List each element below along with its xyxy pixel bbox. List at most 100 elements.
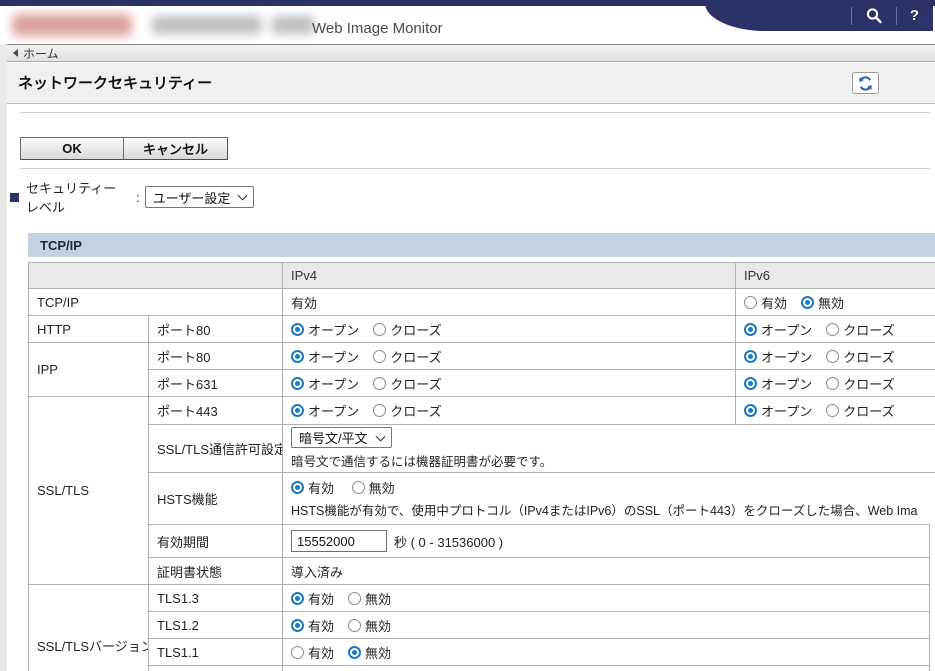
ricoh-logo-redacted [12, 14, 132, 36]
ipp80-ipv4-open-radio[interactable]: オープン [291, 347, 359, 366]
ipp-port631-label: ポート631 [148, 369, 282, 396]
radio-on-icon[interactable] [291, 592, 304, 605]
tls13-enabled-radio[interactable]: 有効 [291, 589, 334, 608]
title-bar: ネットワークセキュリティー [7, 63, 935, 104]
row-label-http: HTTP [28, 315, 148, 342]
radio-off-icon[interactable] [352, 481, 365, 494]
security-level-value: ユーザー設定 [153, 188, 231, 207]
hsts-label: HSTS機能 [148, 472, 282, 524]
radio-on-icon[interactable] [291, 350, 304, 363]
device-region-redacted [272, 16, 314, 34]
radio-off-icon[interactable] [826, 404, 839, 417]
hsts-cell: 有効 無効 HSTS機能が有効で、使用中プロトコル（IPv4またはIPv6）のS… [282, 472, 935, 524]
tls12-disabled-radio[interactable]: 無効 [348, 616, 391, 635]
tls12-enabled-radio[interactable]: 有効 [291, 616, 334, 635]
radio-off-icon[interactable] [348, 619, 361, 632]
filler-cell [930, 611, 935, 638]
breadcrumb-home-link[interactable]: ホーム [23, 45, 59, 62]
tcpip-ipv6-disabled-radio[interactable]: 無効 [801, 293, 844, 312]
page-title: ネットワークセキュリティー [18, 72, 212, 93]
radio-on-icon[interactable] [291, 481, 304, 494]
hsts-enabled-radio[interactable]: 有効 [291, 478, 334, 497]
radio-on-icon[interactable] [744, 377, 757, 390]
radio-off-icon[interactable] [373, 404, 386, 417]
valid-period-label: 有効期間 [148, 524, 282, 557]
tls11-enabled-radio[interactable]: 有効 [291, 643, 334, 662]
radio-off-icon[interactable] [826, 350, 839, 363]
tls11-label: TLS1.1 [148, 638, 282, 665]
http-ipv4-open-radio[interactable]: オープン [291, 320, 359, 339]
tls11-disabled-radio[interactable]: 無効 [348, 643, 391, 662]
refresh-button[interactable] [852, 72, 879, 94]
radio-off-icon[interactable] [348, 592, 361, 605]
radio-off-icon[interactable] [826, 377, 839, 390]
row-label-tcpip: TCP/IP [28, 288, 282, 315]
chevron-down-icon [238, 191, 248, 201]
security-level-select[interactable]: ユーザー設定 [145, 186, 255, 208]
ipp631-ipv6-close-radio[interactable]: クローズ [826, 374, 894, 393]
radio-off-icon[interactable] [291, 646, 304, 659]
radio-on-icon[interactable] [744, 350, 757, 363]
radio-off-icon[interactable] [373, 350, 386, 363]
ssl443-ipv4-open-radio[interactable]: オープン [291, 401, 359, 420]
filler-cell [930, 638, 935, 665]
valid-period-input[interactable] [291, 530, 387, 552]
tls13-disabled-radio[interactable]: 無効 [348, 589, 391, 608]
tcpip-ipv6-enabled-radio[interactable]: 有効 [744, 293, 787, 312]
ipp631-ipv4-close-radio[interactable]: クローズ [373, 374, 441, 393]
http-ipv4-cell: オープン クローズ [282, 315, 735, 342]
clipped-row-cell [282, 665, 930, 671]
radio-on-icon[interactable] [291, 377, 304, 390]
http-ipv4-close-radio[interactable]: クローズ [373, 320, 441, 339]
ssl443-ipv6-close-radio[interactable]: クローズ [826, 401, 894, 420]
ipp631-ipv6-open-radio[interactable]: オープン [744, 374, 812, 393]
radio-off-icon[interactable] [744, 296, 757, 309]
radio-on-icon[interactable] [291, 323, 304, 336]
radio-on-icon[interactable] [801, 296, 814, 309]
header-divider [896, 7, 897, 25]
ipp631-ipv4-open-radio[interactable]: オープン [291, 374, 359, 393]
radio-on-icon[interactable] [744, 323, 757, 336]
http-ipv6-open-radio[interactable]: オープン [744, 320, 812, 339]
action-buttons: OK キャンセル [20, 137, 228, 160]
radio-on-icon[interactable] [348, 646, 361, 659]
tls11-cell: 有効 無効 [282, 638, 930, 665]
http-ipv6-close-radio[interactable]: クローズ [826, 320, 894, 339]
row-label-ssl-version: SSL/TLSバージョン [28, 584, 148, 671]
filler-cell [930, 584, 935, 611]
http-ipv6-cell: オープン クローズ [735, 315, 935, 342]
ipp80-ipv6-open-radio[interactable]: オープン [744, 347, 812, 366]
ssl-comm-permit-select[interactable]: 暗号文/平文 [291, 427, 392, 448]
tcpip-ipv4-value: 有効 [282, 288, 735, 315]
ok-button[interactable]: OK [20, 137, 124, 160]
ipp-port80-ipv4-cell: オープン クローズ [282, 342, 735, 369]
radio-on-icon[interactable] [291, 404, 304, 417]
search-icon[interactable] [865, 7, 883, 25]
refresh-label[interactable]: 最 [917, 12, 930, 31]
ssl443-ipv4-close-radio[interactable]: クローズ [373, 401, 441, 420]
valid-period-unit: 秒 ( 0 - 31536000 ) [394, 532, 503, 551]
ipp-port631-ipv4-cell: オープン クローズ [282, 369, 735, 396]
radio-off-icon[interactable] [826, 323, 839, 336]
table-header-ipv6: IPv6 [735, 262, 935, 288]
ipp80-ipv4-close-radio[interactable]: クローズ [373, 347, 441, 366]
hsts-disabled-radio[interactable]: 無効 [352, 478, 395, 497]
ipp-port631-ipv6-cell: オープン クローズ [735, 369, 935, 396]
ssl-port443-ipv4-cell: オープン クローズ [282, 396, 735, 424]
cancel-button[interactable]: キャンセル [123, 137, 228, 160]
http-port80-label: ポート80 [148, 315, 282, 342]
clipped-row-cell [148, 665, 282, 671]
filler-cell [930, 665, 935, 671]
back-arrow-icon [13, 49, 18, 57]
filler-cell [930, 524, 935, 557]
ssl443-ipv6-open-radio[interactable]: オープン [744, 401, 812, 420]
divider-line [20, 112, 930, 113]
radio-off-icon[interactable] [373, 323, 386, 336]
ipp80-ipv6-close-radio[interactable]: クローズ [826, 347, 894, 366]
security-level-label: セキュリティーレベル [26, 178, 128, 216]
radio-on-icon[interactable] [291, 619, 304, 632]
radio-on-icon[interactable] [744, 404, 757, 417]
left-gutter [0, 44, 7, 671]
ssl-port443-label: ポート443 [148, 396, 282, 424]
radio-off-icon[interactable] [373, 377, 386, 390]
